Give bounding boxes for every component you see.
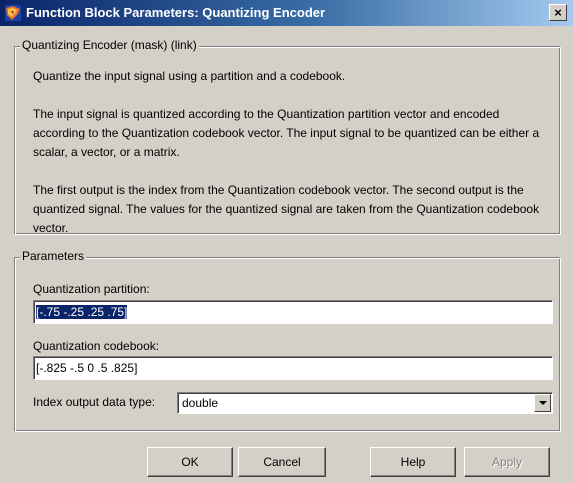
- parameters-legend: Parameters: [20, 249, 87, 263]
- cancel-button[interactable]: Cancel: [238, 447, 326, 477]
- codebook-input[interactable]: [-.825 -.5 0 .5 .825]: [33, 356, 553, 380]
- description-paragraph-3: The first output is the index from the Q…: [33, 183, 540, 235]
- index-type-select[interactable]: double: [177, 392, 553, 414]
- index-type-label: Index output data type:: [33, 395, 156, 409]
- index-type-value: double: [182, 396, 219, 410]
- description-legend: Quantizing Encoder (mask) (link): [20, 38, 199, 52]
- close-button[interactable]: ×: [549, 4, 567, 21]
- help-button[interactable]: Help: [370, 447, 456, 477]
- partition-value: [-.75 -.25 .25 .75]: [36, 305, 128, 319]
- dialog-window: Function Block Parameters: Quantizing En…: [0, 0, 573, 483]
- codebook-value: [-.825 -.5 0 .5 .825]: [36, 361, 138, 375]
- description-paragraph-2: The input signal is quantized according …: [33, 107, 540, 159]
- close-icon: ×: [554, 5, 562, 20]
- description-paragraph-1: Quantize the input signal using a partit…: [33, 69, 346, 83]
- simulink-block-icon: [5, 5, 21, 21]
- partition-input[interactable]: [-.75 -.25 .25 .75]: [33, 300, 553, 324]
- partition-label: Quantization partition:: [33, 282, 150, 296]
- codebook-label: Quantization codebook:: [33, 339, 160, 353]
- title-bar[interactable]: Function Block Parameters: Quantizing En…: [0, 0, 573, 26]
- ok-button[interactable]: OK: [147, 447, 233, 477]
- chevron-down-icon[interactable]: [534, 394, 551, 412]
- apply-button: Apply: [464, 447, 550, 477]
- window-title: Function Block Parameters: Quantizing En…: [26, 5, 326, 20]
